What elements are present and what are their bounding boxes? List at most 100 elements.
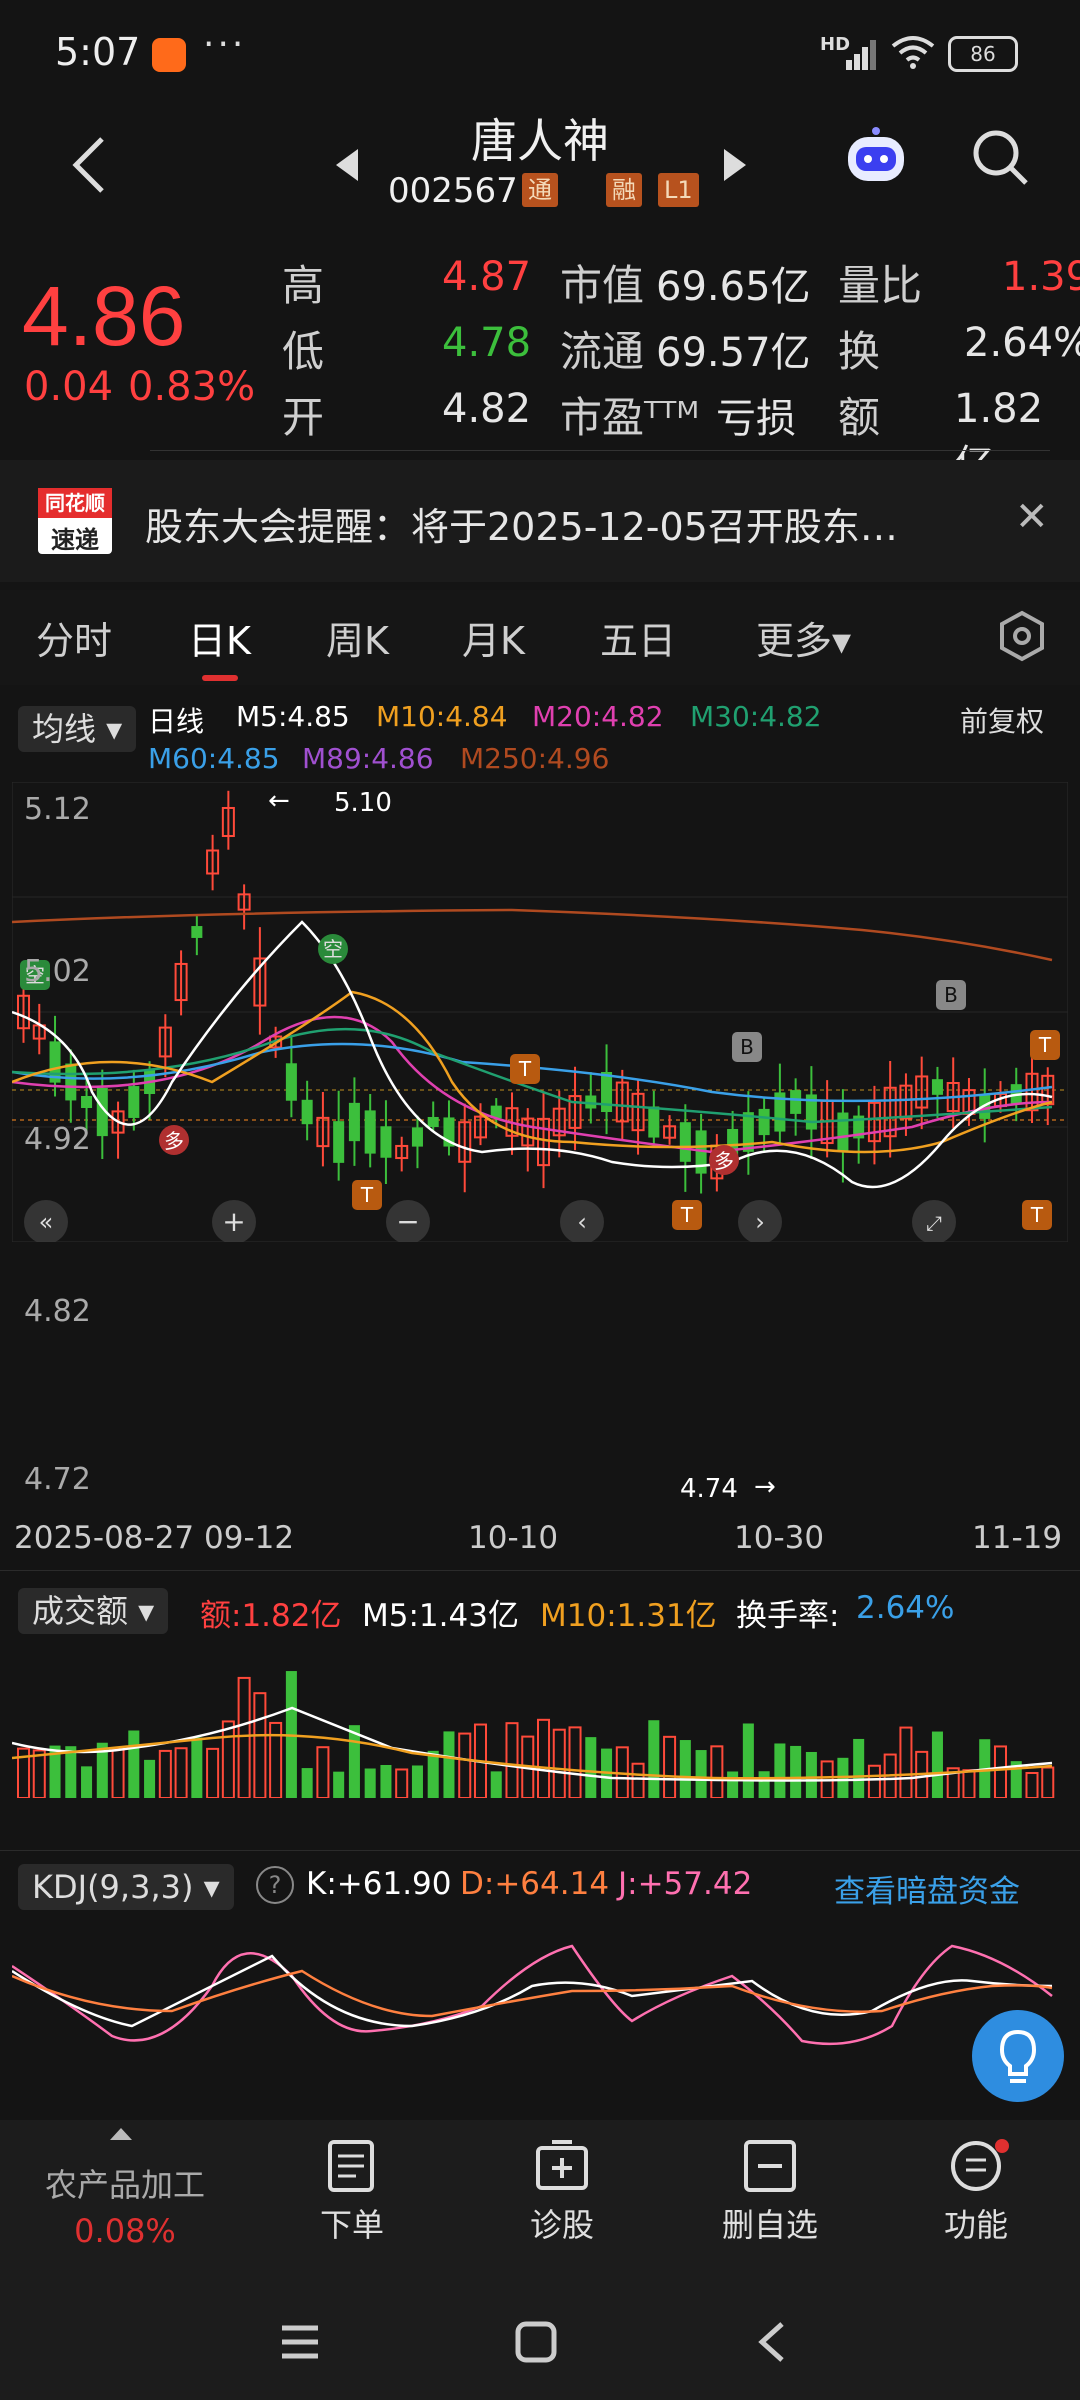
volume-bar — [774, 1743, 786, 1798]
status-time: 5:07 — [55, 30, 141, 74]
tab-five-day[interactable]: 五日 — [600, 610, 676, 665]
turnover-value: 2.64% — [964, 320, 1080, 366]
ma-selector-button[interactable]: 均线 ▾ — [18, 706, 137, 752]
x-tick-4: 11-19 — [972, 1520, 1063, 1556]
volume-bar — [1041, 1766, 1055, 1798]
ai-assistant-icon[interactable] — [842, 127, 910, 187]
tab-daily[interactable]: 日K — [188, 610, 251, 665]
volume-bar — [427, 1750, 439, 1798]
price-change-pct: 0.83% — [128, 364, 256, 410]
volume-bar — [253, 1692, 267, 1798]
volume-bar — [301, 1768, 313, 1798]
order-icon[interactable] — [326, 2138, 376, 2194]
candle-body — [333, 1121, 345, 1163]
svg-text:空: 空 — [323, 937, 343, 961]
candle-body — [931, 1079, 943, 1095]
kdj-divider — [0, 1850, 1080, 1851]
order-button[interactable]: 下单 — [282, 2200, 422, 2246]
pe-label: 市盈ᵀᵀᴹ — [560, 393, 700, 442]
dark-pool-link[interactable]: 查看暗盘资金 — [834, 1866, 1020, 1911]
price-change: 0.04 — [24, 364, 114, 410]
volume-bar — [962, 1769, 976, 1798]
recent-apps-icon[interactable] — [278, 2322, 322, 2362]
system-back-icon[interactable] — [754, 2320, 788, 2364]
volume-chart[interactable] — [12, 1648, 1068, 1798]
chart-nav-buttons[interactable]: « + − ‹ › ⤢ — [24, 1200, 956, 1242]
tab-weekly[interactable]: 周K — [326, 610, 389, 665]
tab-more[interactable]: 更多▾ — [756, 610, 851, 665]
volume-selector-button[interactable]: 成交额 ▾ — [18, 1588, 169, 1634]
price-chart[interactable]: 空 空 B B T T 多 多 T T T « + − ‹ › ⤢ — [12, 782, 1068, 1242]
home-icon[interactable] — [514, 2320, 558, 2364]
settings-hexagon-icon[interactable] — [998, 610, 1046, 662]
kdj-d: D:+64.14 — [460, 1866, 610, 1902]
high-marker-label: 5.10 — [334, 788, 392, 818]
candle-body — [285, 1063, 297, 1101]
svg-text:B: B — [740, 1035, 754, 1059]
ma5-label: M5:4.85 — [236, 700, 350, 733]
volume-amount: 额:1.82亿 — [200, 1598, 342, 1634]
x-tick-2: 10-10 — [468, 1520, 559, 1556]
caret-up-icon[interactable] — [108, 2126, 134, 2142]
tab-monthly[interactable]: 月K — [462, 610, 525, 665]
function-menu-icon[interactable] — [950, 2138, 1010, 2194]
notice-text[interactable]: 股东大会提醒：将于2025-12-05召开股东… — [145, 496, 898, 551]
volume-m5: M5:1.43亿 — [362, 1598, 519, 1634]
search-icon[interactable] — [970, 127, 1030, 187]
volume-bar — [663, 1735, 677, 1798]
active-tab-indicator — [202, 675, 238, 681]
svg-text:+: + — [222, 1205, 245, 1238]
remove-watchlist-button[interactable]: 删自选 — [700, 2200, 840, 2246]
bottom-action-bar: 农产品加工 0.08% 下单 诊股 删自选 功能 — [0, 2120, 1080, 2280]
period-label: 日线 — [148, 705, 205, 738]
volume-bar — [993, 1745, 1008, 1798]
help-icon[interactable]: ? — [256, 1866, 294, 1904]
current-price: 4.86 — [22, 269, 186, 363]
svg-text:T: T — [1038, 1033, 1052, 1057]
remove-watchlist-icon[interactable] — [742, 2138, 798, 2194]
low-label: 低 — [282, 327, 325, 376]
low-marker-arrow: → — [754, 1472, 776, 1502]
volume-bar — [490, 1771, 502, 1798]
candle-body — [364, 1110, 376, 1154]
adjust-mode-label[interactable]: 前复权 — [960, 700, 1044, 740]
candle-body — [191, 926, 203, 938]
stock-code: 002567 — [388, 171, 518, 211]
diagnose-button[interactable]: 诊股 — [492, 2200, 632, 2246]
close-icon[interactable]: ✕ — [1015, 494, 1049, 540]
quote-panel: 4.86 0.04 0.83% 高 4.87 低 4.78 开 4.82 市值 … — [0, 228, 1080, 488]
volume-bar — [443, 1731, 455, 1798]
sector-name[interactable]: 农产品加工 — [40, 2160, 210, 2206]
tab-intraday[interactable]: 分时 — [36, 610, 112, 665]
volume-bar — [458, 1732, 472, 1798]
notice-bar[interactable]: 同花顺 速递 股东大会提醒：将于2025-12-05召开股东… ✕ — [0, 460, 1080, 582]
function-button[interactable]: 功能 — [906, 2200, 1046, 2246]
high-label: 高 — [282, 261, 325, 310]
ma250-line — [12, 908, 1053, 962]
kline-chart-area[interactable]: 均线 ▾ 日线 M5:4.85 M10:4.84 M20:4.82 M30:4.… — [0, 690, 1080, 2110]
candle-body — [837, 1112, 849, 1152]
svg-text:T: T — [360, 1183, 374, 1207]
tips-bulb-button[interactable] — [972, 2010, 1064, 2102]
status-bar: 5:07 ··· HD 86 — [0, 0, 1080, 105]
x-tick-3: 10-30 — [734, 1520, 825, 1556]
open-label: 开 — [282, 393, 325, 442]
amount-label: 额 — [838, 393, 881, 442]
stock-header: 唐人神 002567 通 融 L1 — [0, 105, 1080, 223]
sector-change: 0.08% — [74, 2212, 176, 2250]
kdj-chart[interactable] — [12, 1916, 1068, 2096]
diagnose-icon[interactable] — [534, 2138, 590, 2194]
battery-indicator: 86 — [948, 36, 1018, 72]
kdj-j-line — [12, 1944, 1053, 2046]
ma89-label: M89:4.86 — [302, 742, 434, 775]
y-tick-4-82: 4.82 — [24, 1294, 91, 1329]
volume-bar — [191, 1737, 203, 1798]
ma20-label: M20:4.82 — [532, 700, 664, 733]
volume-bar — [380, 1764, 392, 1798]
volume-bar — [585, 1737, 597, 1798]
volume-bar — [679, 1740, 691, 1798]
kdj-selector-button[interactable]: KDJ(9,3,3) ▾ — [18, 1864, 234, 1910]
candle-body — [679, 1122, 691, 1162]
next-stock-icon[interactable] — [720, 147, 748, 183]
low-value: 4.78 — [442, 320, 532, 366]
